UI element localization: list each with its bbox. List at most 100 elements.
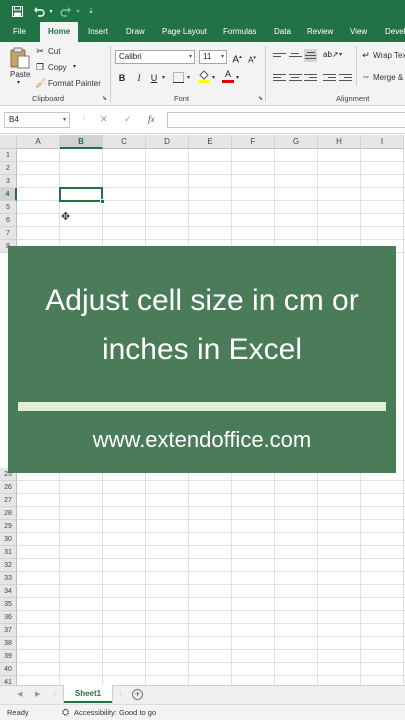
row-header-39[interactable]: 39 (0, 650, 17, 663)
row-header-32[interactable]: 32 (0, 559, 17, 572)
active-cell[interactable] (59, 187, 105, 204)
underline-dropdown-icon[interactable]: ▾ (162, 74, 165, 81)
next-sheet-icon[interactable]: ▶ (35, 690, 40, 698)
tab-review[interactable]: Review (307, 22, 333, 42)
undo-icon[interactable] (31, 3, 47, 19)
row-header-34[interactable]: 34 (0, 585, 17, 598)
row-header-40[interactable]: 40 (0, 663, 17, 676)
align-middle-icon[interactable] (289, 51, 302, 60)
copy-button[interactable]: Copy (48, 63, 67, 72)
tab-developer[interactable]: Devel (385, 22, 405, 42)
row-header-26[interactable]: 26 (0, 481, 17, 494)
font-name-select[interactable]: Calibri ▾ (115, 50, 195, 64)
align-top-icon[interactable] (273, 51, 286, 60)
fill-color-dropdown-icon[interactable]: ▾ (212, 74, 215, 81)
prev-sheet-icon[interactable]: ◀ (17, 690, 22, 698)
redo-dropdown-icon[interactable]: ▾ (74, 3, 82, 19)
fill-color-icon[interactable] (198, 70, 210, 85)
row-header-35[interactable]: 35 (0, 598, 17, 611)
tab-insert[interactable]: Insert (88, 22, 108, 42)
row-header-38[interactable]: 38 (0, 637, 17, 650)
column-header-f[interactable]: F (232, 135, 275, 149)
column-header-d[interactable]: D (146, 135, 189, 149)
orientation-icon[interactable]: ab↗ (323, 50, 339, 60)
font-color-icon[interactable]: A (222, 70, 234, 83)
name-box[interactable]: B4 ▾ (4, 112, 70, 128)
tab-home[interactable]: Home (40, 22, 79, 42)
grow-font-button[interactable]: A▴ (232, 52, 242, 65)
merge-button[interactable]: Merge & (373, 73, 403, 82)
save-icon[interactable] (9, 3, 25, 19)
row-header-28[interactable]: 28 (0, 507, 17, 520)
orientation-dropdown-icon[interactable]: ▾ (339, 51, 342, 58)
undo-dropdown-icon[interactable]: ▾ (47, 3, 55, 19)
paste-label[interactable]: Paste (10, 70, 30, 79)
column-header-g[interactable]: G (275, 135, 318, 149)
merge-icon[interactable]: ⇔ (361, 71, 371, 81)
shrink-font-button[interactable]: A▾ (247, 53, 257, 66)
column-header-b[interactable]: B (60, 135, 103, 149)
font-color-dropdown-icon[interactable]: ▾ (236, 74, 239, 81)
column-header-e[interactable]: E (189, 135, 232, 149)
decrease-indent-icon[interactable] (323, 72, 336, 81)
increase-indent-icon[interactable] (339, 72, 352, 81)
tab-draw[interactable]: Draw (126, 22, 145, 42)
redo-icon[interactable] (58, 3, 74, 19)
borders-icon[interactable] (172, 72, 184, 85)
row-header-3[interactable]: 3 (0, 175, 17, 188)
paste-icon[interactable] (9, 47, 31, 71)
row-header-6[interactable]: 6 (0, 214, 17, 227)
borders-dropdown-icon[interactable]: ▾ (187, 74, 190, 81)
tab-view[interactable]: View (350, 22, 367, 42)
insert-function-icon[interactable]: fx (148, 114, 155, 124)
paste-dropdown-icon[interactable]: ▾ (17, 79, 20, 86)
cut-button[interactable]: Cut (48, 47, 60, 56)
align-left-icon[interactable] (273, 72, 286, 81)
sheet-options-icon[interactable]: ⋮ (52, 690, 58, 697)
customize-icon[interactable]: ⇣ (86, 3, 96, 19)
column-header-c[interactable]: C (103, 135, 146, 149)
tab-formulas[interactable]: Formulas (223, 22, 256, 42)
font-size-select[interactable]: 11 ▾ (199, 50, 227, 64)
add-sheet-button[interactable]: + (132, 689, 143, 700)
row-header-4[interactable]: 4 (0, 188, 17, 201)
column-header-i[interactable]: I (361, 135, 404, 149)
tab-page-layout[interactable]: Page Layout (162, 22, 207, 42)
format-painter-button[interactable]: Format Painter (48, 79, 101, 88)
cancel-icon[interactable]: ✕ (100, 114, 108, 125)
accessibility-status[interactable]: Accessibility: Good to go (74, 708, 156, 717)
font-launcher-icon[interactable]: ⬊ (258, 95, 263, 102)
row-header-41[interactable]: 41 (0, 676, 17, 685)
row-header-37[interactable]: 37 (0, 624, 17, 637)
row-header-33[interactable]: 33 (0, 572, 17, 585)
cut-icon[interactable]: ✂ (35, 46, 45, 56)
underline-button[interactable]: U (149, 73, 159, 83)
row-header-31[interactable]: 31 (0, 546, 17, 559)
format-painter-icon[interactable]: 🖌 (35, 78, 46, 88)
row-header-5[interactable]: 5 (0, 201, 17, 214)
sheet-tab-sheet1[interactable]: Sheet1 (64, 685, 112, 703)
align-right-icon[interactable] (304, 72, 317, 81)
tab-file[interactable]: File (13, 22, 26, 42)
row-header-30[interactable]: 30 (0, 533, 17, 546)
clipboard-launcher-icon[interactable]: ⬊ (102, 95, 107, 102)
italic-button[interactable]: I (134, 73, 144, 83)
wrap-text-button[interactable]: Wrap Tex (373, 51, 405, 60)
enter-icon[interactable]: ✓ (124, 114, 132, 125)
copy-icon[interactable]: ❐ (35, 62, 45, 72)
accessibility-icon[interactable]: ⛭ (62, 707, 69, 718)
formula-options-icon[interactable]: ⋮ (81, 114, 87, 121)
row-header-1[interactable]: 1 (0, 149, 17, 162)
row-header-29[interactable]: 29 (0, 520, 17, 533)
row-header-2[interactable]: 2 (0, 162, 17, 175)
row-header-36[interactable]: 36 (0, 611, 17, 624)
row-header-7[interactable]: 7 (0, 227, 17, 240)
wrap-text-icon[interactable]: ↵ (361, 50, 371, 60)
copy-dropdown-icon[interactable]: ▾ (73, 63, 76, 70)
align-bottom-icon[interactable] (304, 49, 317, 62)
tab-data[interactable]: Data (274, 22, 291, 42)
fill-handle[interactable] (100, 199, 105, 204)
column-header-a[interactable]: A (17, 135, 60, 149)
row-header-27[interactable]: 27 (0, 494, 17, 507)
select-all-corner[interactable] (0, 135, 17, 149)
